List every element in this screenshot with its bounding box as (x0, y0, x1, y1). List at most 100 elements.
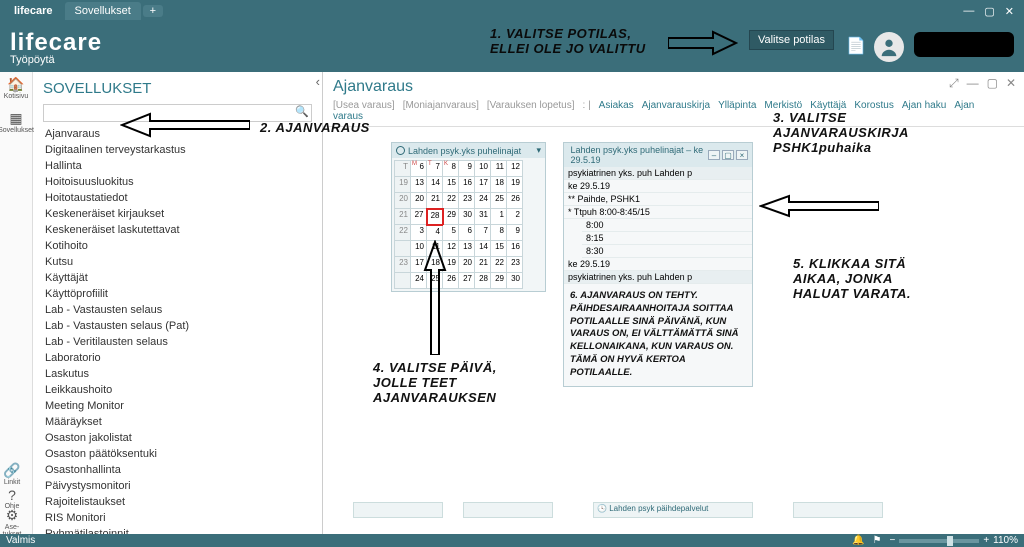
calendar-grid[interactable]: TM6T7K8910111219131415161718192020212223… (394, 160, 523, 289)
calendar-cell[interactable]: 26 (507, 193, 523, 209)
calendar-cell[interactable]: 19 (507, 177, 523, 193)
tab-link[interactable]: Merkistö (764, 100, 802, 111)
calendar-cell[interactable]: 26 (443, 273, 459, 289)
minimize-icon[interactable]: — (963, 5, 974, 18)
rail-links[interactable]: 🔗Linkit (0, 462, 24, 486)
calendar-cell[interactable]: 30 (507, 273, 523, 289)
calendar-cell[interactable]: 13 (459, 241, 475, 257)
calendar-cell[interactable]: 23 (507, 257, 523, 273)
sidebar-item[interactable]: Ajanvaraus (43, 126, 312, 142)
calendar-cell[interactable]: 3 (411, 225, 427, 241)
calendar-cell[interactable]: 10 (411, 241, 427, 257)
calendar-cell[interactable]: 20 (459, 257, 475, 273)
calendar-cell[interactable]: M6 (411, 161, 427, 177)
user-avatar[interactable] (874, 32, 904, 62)
calendar-cell[interactable]: 24 (411, 273, 427, 289)
calendar-cell[interactable]: 17 (411, 257, 427, 273)
calendar-cell[interactable]: 7 (475, 225, 491, 241)
select-patient-button[interactable]: Valitse potilas (749, 30, 834, 50)
calendar-cell[interactable]: K8 (443, 161, 459, 177)
calendar-cell[interactable]: 27 (411, 209, 427, 225)
calendar-cell[interactable]: 16 (507, 241, 523, 257)
sidebar-item[interactable]: Leikkaushoito (43, 382, 312, 398)
tab-link[interactable]: Asiakas (599, 100, 634, 111)
sidebar-item[interactable]: Hallinta (43, 158, 312, 174)
calendar-cell[interactable]: 27 (459, 273, 475, 289)
calendar-cell[interactable]: 31 (475, 209, 491, 225)
tab-link[interactable]: Käyttäjä (810, 100, 846, 111)
calendar-cell[interactable]: 5 (443, 225, 459, 241)
sidebar-item[interactable]: Kotihoito (43, 238, 312, 254)
calendar-cell[interactable]: 22 (443, 193, 459, 209)
calendar-cell[interactable]: 16 (459, 177, 475, 193)
status-flag-icon[interactable]: ⚑ (873, 535, 882, 546)
calendar-cell[interactable]: 11 (427, 241, 443, 257)
calendar-cell[interactable]: 13 (411, 177, 427, 193)
minimized-panel[interactable]: 🕓 Lahden psyk päihdepalvelut (593, 502, 753, 518)
calendar-cell[interactable]: 8 (491, 225, 507, 241)
calendar-dropdown-icon[interactable]: ▾ (536, 145, 541, 156)
calendar-cell[interactable]: 4 (427, 225, 443, 241)
calendar-cell[interactable]: 19 (443, 257, 459, 273)
status-bell-icon[interactable]: 🔔 (852, 535, 864, 546)
sidebar-item[interactable]: Lab - Veritilausten selaus (43, 334, 312, 350)
calendar-cell[interactable]: 12 (507, 161, 523, 177)
pane-pin-icon[interactable]: ⤢ (949, 76, 959, 91)
time-slot[interactable]: 8:15 (582, 232, 752, 245)
sidebar-item[interactable]: Laboratorio (43, 350, 312, 366)
zoom-out-icon[interactable]: − (889, 535, 895, 546)
pane-min-icon[interactable]: — (967, 76, 979, 91)
calendar-cell[interactable]: 29 (491, 273, 507, 289)
calendar-cell[interactable]: 9 (459, 161, 475, 177)
calendar-cell[interactable]: 14 (427, 177, 443, 193)
collapse-icon[interactable]: ‹ (316, 74, 320, 89)
sidebar-item[interactable]: Hoitotaustatiedot (43, 190, 312, 206)
titlebar-tab[interactable]: Sovellukset (65, 2, 141, 20)
tab-link[interactable]: Ajanvarauskirja (642, 100, 710, 111)
sidebar-item[interactable]: Keskeneräiset laskutettavat (43, 222, 312, 238)
calendar-cell[interactable]: 9 (507, 225, 523, 241)
sidebar-item[interactable]: Osastonhallinta (43, 462, 312, 478)
sidebar-item[interactable]: Määräykset (43, 414, 312, 430)
calendar-cell[interactable]: 28 (475, 273, 491, 289)
sidebar-item[interactable]: Päivystysmonitori (43, 478, 312, 494)
calendar-cell[interactable]: 28 (427, 209, 443, 225)
calendar-cell[interactable]: 21 (475, 257, 491, 273)
minimized-panel[interactable] (353, 502, 443, 518)
minimized-panel[interactable] (463, 502, 553, 518)
pane-close-icon[interactable]: ✕ (1006, 76, 1016, 91)
calendar-cell[interactable]: 25 (491, 193, 507, 209)
calendar-cell[interactable]: 14 (475, 241, 491, 257)
sidebar-item[interactable]: Keskeneräiset kirjaukset (43, 206, 312, 222)
calendar-cell[interactable]: 11 (491, 161, 507, 177)
win-min-icon[interactable]: – (708, 150, 720, 160)
sidebar-item[interactable]: Käyttöprofiilit (43, 286, 312, 302)
calendar-cell[interactable]: 1 (491, 209, 507, 225)
sidebar-item[interactable]: Meeting Monitor (43, 398, 312, 414)
calendar-cell[interactable]: 22 (491, 257, 507, 273)
zoom-control[interactable]: − + 110% (889, 535, 1018, 546)
calendar-cell[interactable]: 18 (491, 177, 507, 193)
zoom-slider[interactable] (899, 539, 979, 543)
time-slot[interactable]: 8:30 (582, 245, 752, 258)
calendar-cell[interactable]: 17 (475, 177, 491, 193)
maximize-icon[interactable]: ▢ (984, 5, 994, 18)
calendar-cell[interactable]: 21 (427, 193, 443, 209)
calendar-cell[interactable]: 30 (459, 209, 475, 225)
booking-window[interactable]: Lahden psyk.yks puhelinajat – ke 29.5.19… (563, 142, 753, 387)
tab-link[interactable]: Ylläpinta (718, 100, 756, 111)
calendar-cell[interactable]: 23 (459, 193, 475, 209)
sidebar-item[interactable]: Rajoitelistaukset (43, 494, 312, 510)
win-max-icon[interactable]: ▢ (722, 150, 734, 160)
sidebar-item[interactable]: Käyttäjät (43, 270, 312, 286)
notification-icon[interactable]: 📄 (846, 36, 864, 54)
sidebar-item[interactable]: Osaston jakolistat (43, 430, 312, 446)
new-tab-button[interactable]: + (143, 5, 163, 17)
time-slot[interactable]: 8:00 (582, 219, 752, 232)
calendar-cell[interactable]: 10 (475, 161, 491, 177)
close-icon[interactable]: ✕ (1005, 5, 1014, 18)
tab-link[interactable]: Korostus (854, 100, 893, 111)
rail-home[interactable]: 🏠Kotisivu (4, 76, 28, 100)
minimized-panel[interactable] (793, 502, 883, 518)
calendar-cell[interactable]: 12 (443, 241, 459, 257)
